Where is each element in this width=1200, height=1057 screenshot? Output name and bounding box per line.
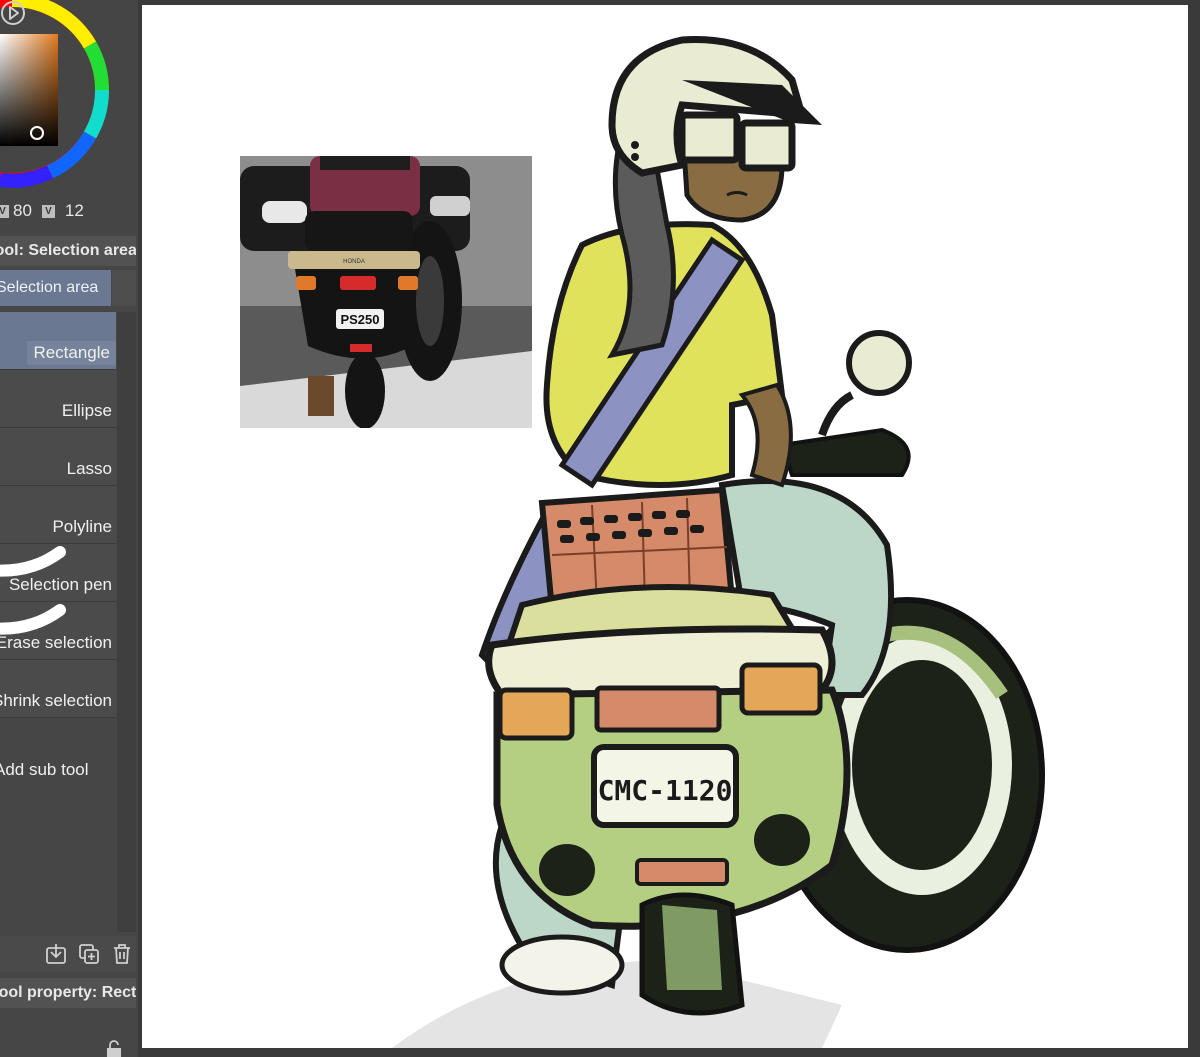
subtool-rectangle[interactable]: Rectangle	[0, 312, 116, 370]
color-wheel-panel: V 80 V 12	[0, 0, 138, 232]
subtool-label: Lasso	[66, 459, 112, 478]
tool-panel-title: Tool: Selection area	[0, 236, 136, 266]
value-field[interactable]: 12	[65, 201, 84, 221]
add-sub-tool-label[interactable]: Add sub tool	[0, 760, 89, 780]
subtool-shrink-selection[interactable]: Shrink selection	[0, 660, 116, 718]
mirror	[779, 330, 912, 477]
play-circle-icon[interactable]	[0, 0, 26, 26]
license-plate-text: CMC-1120	[598, 774, 733, 807]
subtool-scrollbar[interactable]	[117, 312, 136, 932]
tool-property-title: Tool property: Rectangle	[0, 978, 136, 1008]
subtool-list: Rectangle Ellipse Lasso Polyline Selecti…	[0, 312, 116, 718]
tool-panel: V 80 V 12 Tool: Selection area Selection…	[0, 0, 138, 1057]
subtool-actions-bar	[0, 936, 136, 972]
subtool-ellipse[interactable]: Ellipse	[0, 370, 116, 428]
color-values-row: V 80 V 12	[0, 200, 84, 222]
turn-signal	[497, 687, 575, 741]
goggles	[678, 111, 741, 164]
value-field[interactable]: 80	[13, 201, 32, 221]
subtool-polyline[interactable]: Polyline	[0, 486, 116, 544]
subtool-lasso[interactable]: Lasso	[0, 428, 116, 486]
duplicate-icon[interactable]	[77, 942, 101, 966]
subtool-label: Erase selection	[0, 633, 112, 652]
rider-illustration: CMC-1120	[392, 36, 1045, 1048]
value-field-label: V	[0, 204, 9, 218]
subtool-label: Rectangle	[27, 341, 116, 365]
trash-icon[interactable]	[110, 942, 134, 966]
lock-icon[interactable]	[104, 1040, 124, 1057]
scooter-body: CMC-1120	[485, 584, 851, 930]
turn-signal	[739, 662, 823, 716]
color-wheel[interactable]	[0, 0, 138, 200]
tail-light	[594, 685, 722, 733]
subtool-group-tab-bar	[112, 270, 136, 306]
subtool-label: Shrink selection	[0, 691, 112, 710]
drawing-canvas[interactable]: PS250 HONDA CMC-1120	[142, 5, 1188, 1048]
canvas-border	[1188, 0, 1200, 1057]
subtool-label: Polyline	[52, 517, 112, 536]
subtool-group-tab[interactable]: Selection area	[0, 270, 111, 306]
subtool-label: Selection pen	[8, 575, 112, 594]
subtool-selection-pen[interactable]: Selection pen	[0, 544, 116, 602]
value-field-label: V	[41, 204, 55, 218]
import-icon[interactable]	[44, 942, 68, 966]
subtool-label: Ellipse	[61, 401, 112, 420]
subtool-erase-selection[interactable]: Erase selection	[0, 602, 116, 660]
